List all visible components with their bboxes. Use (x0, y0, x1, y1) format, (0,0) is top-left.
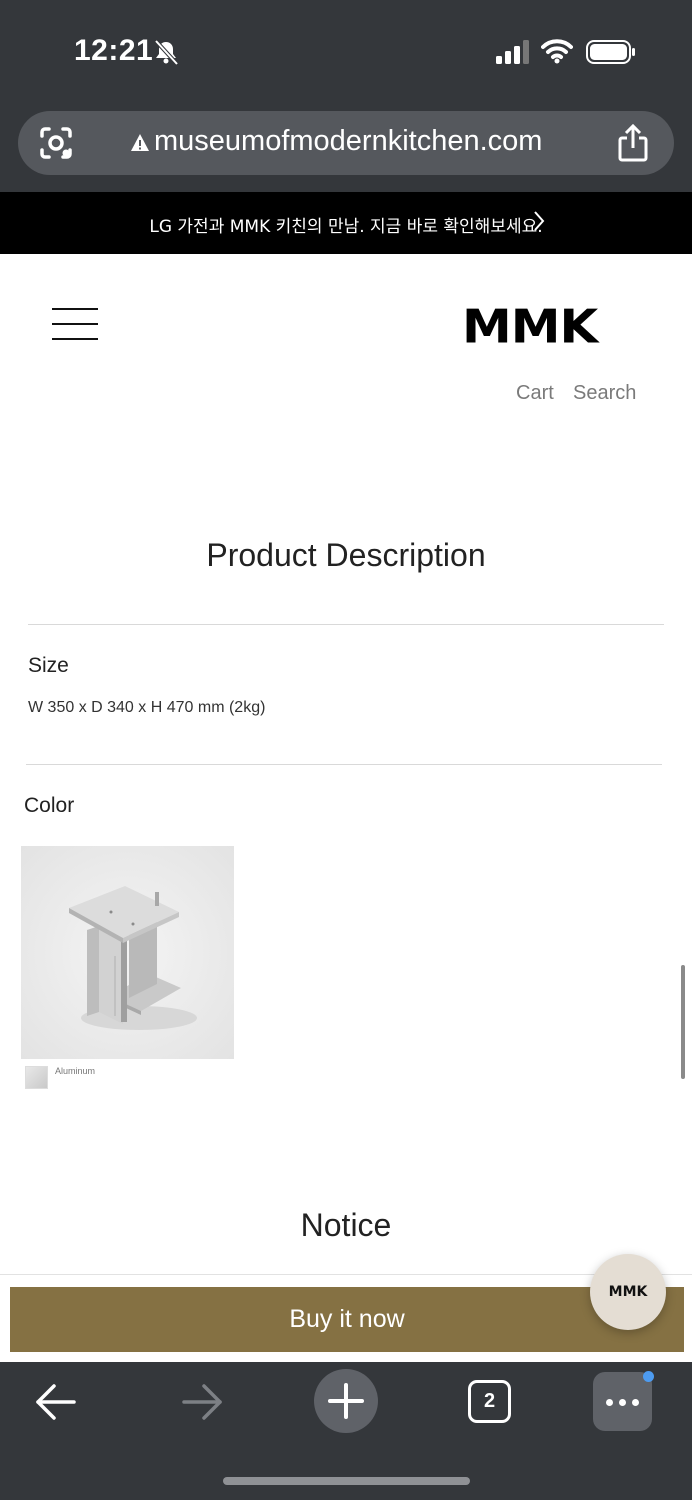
announcement-text[interactable]: LG 가전과 MMK 키친의 만남. 지금 바로 확인해보세요. (0, 212, 692, 237)
forward-arrow-icon[interactable] (180, 1382, 224, 1422)
nav-search-link[interactable]: Search (573, 382, 636, 405)
divider (26, 764, 662, 765)
swatch-label: Aluminum (55, 1066, 96, 1076)
chevron-right-icon[interactable] (532, 210, 546, 232)
size-value: W 350 x D 340 x H 470 mm (2kg) (28, 699, 266, 716)
warning-icon (131, 134, 149, 151)
status-time: 12:21 (74, 34, 154, 67)
url-text[interactable]: museumofmodernkitchen.com (154, 125, 542, 158)
bell-off-icon (154, 39, 179, 66)
share-icon[interactable] (616, 123, 650, 163)
announcement-bar[interactable]: LG 가전과 MMK 키친의 만남. 지금 바로 확인해보세요. (0, 192, 692, 254)
notice-title: Notice (300, 1207, 392, 1243)
lens-icon[interactable] (38, 125, 74, 161)
divider (0, 1274, 692, 1275)
new-tab-button[interactable] (314, 1369, 378, 1433)
product-description-title: Product Description (206, 537, 486, 573)
address-bar[interactable]: museumofmodernkitchen.com (18, 111, 674, 175)
browser-bottom-toolbar: 2 (0, 1362, 692, 1500)
product-image[interactable] (21, 846, 234, 1059)
wifi-icon (541, 39, 573, 64)
notification-dot (643, 1371, 654, 1382)
home-indicator (223, 1477, 470, 1485)
browser-top-chrome: 12:21 museumofmodernkitchen.com (0, 0, 692, 192)
color-label: Color (24, 794, 75, 817)
plus-icon (328, 1383, 364, 1419)
menu-icon[interactable] (52, 306, 98, 342)
mmk-floating-button[interactable]: MMK (590, 1254, 666, 1330)
cellular-signal-icon (496, 40, 529, 64)
site-logo[interactable]: MMK (462, 300, 598, 353)
color-swatch-aluminum[interactable] (25, 1066, 48, 1089)
buy-now-button[interactable]: Buy it now (10, 1287, 684, 1352)
scrollbar[interactable] (681, 965, 685, 1079)
size-label: Size (28, 654, 69, 677)
divider (28, 624, 664, 625)
more-menu-button[interactable] (593, 1372, 652, 1431)
tab-switcher-button[interactable]: 2 (468, 1380, 511, 1423)
nav-cart-link[interactable]: Cart (516, 382, 554, 405)
aluminum-side-table-image (21, 846, 234, 1059)
back-arrow-icon[interactable] (34, 1382, 78, 1422)
battery-icon (586, 40, 635, 64)
